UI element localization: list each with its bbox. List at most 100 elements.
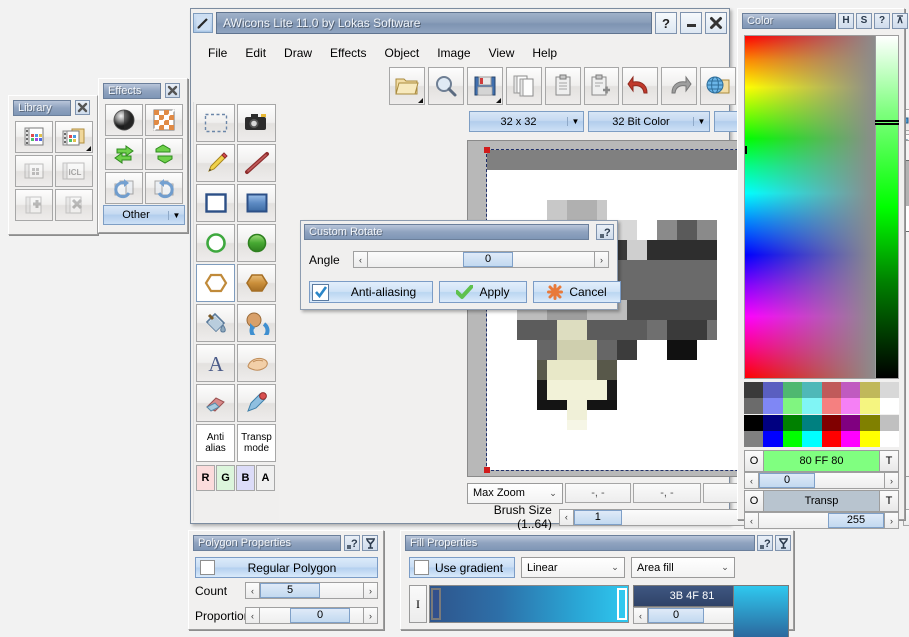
swatch-row-2[interactable]	[744, 398, 899, 414]
use-gradient-checkbox[interactable]: Use gradient	[409, 557, 515, 578]
brush-size-value[interactable]: 1	[573, 509, 622, 525]
help-button[interactable]: ?	[655, 12, 677, 34]
color-help-button[interactable]: ?	[874, 13, 890, 29]
angle-slider[interactable]: ‹ 0 ›	[353, 251, 609, 268]
swatch-row-4[interactable]	[744, 431, 899, 447]
swatch[interactable]	[802, 398, 822, 414]
swatch[interactable]	[782, 431, 803, 447]
menu-item-object[interactable]: Object	[376, 44, 429, 62]
value-marker[interactable]	[875, 120, 899, 125]
proportion-spinner[interactable]: ‹ 0 ›	[245, 607, 378, 624]
polygon-help-button[interactable]: ?	[344, 535, 360, 551]
swatch[interactable]	[802, 382, 822, 398]
library-delete-button[interactable]	[55, 189, 93, 221]
foreground-transparent-button[interactable]: T	[879, 450, 899, 472]
background-transparent-button[interactable]: T	[879, 490, 899, 512]
count-spinner[interactable]: ‹ 5 ›	[245, 582, 378, 599]
minimize-button[interactable]	[680, 12, 702, 34]
close-icon[interactable]	[165, 83, 180, 98]
swatch[interactable]	[840, 382, 861, 398]
toolbar-paste-button[interactable]	[544, 67, 581, 105]
background-alpha-track[interactable]: 255	[759, 512, 884, 529]
foreground-opaque-button[interactable]: O	[744, 450, 764, 472]
brush-size-decrement[interactable]: ‹	[558, 508, 574, 526]
tool-smudge[interactable]	[237, 344, 276, 382]
background-alpha-increment[interactable]: ›	[884, 512, 899, 529]
library-icl-button[interactable]: ICL	[55, 155, 93, 187]
menu-item-help[interactable]: Help	[523, 44, 566, 62]
swatch[interactable]	[840, 431, 861, 447]
background-color-swatch[interactable]: Transp	[764, 490, 879, 512]
gradient-stop-start[interactable]	[431, 588, 441, 620]
toolbar-undo-button[interactable]	[622, 67, 659, 105]
swatch[interactable]	[782, 415, 803, 431]
toolbar-zoom-button[interactable]	[427, 67, 464, 105]
channel-toggle-g[interactable]: G	[216, 465, 235, 491]
resize-handle-bl[interactable]	[484, 467, 490, 473]
hue-mode-button[interactable]: H	[838, 13, 854, 29]
tool-line[interactable]	[237, 144, 276, 182]
swatch[interactable]	[879, 415, 899, 431]
tool-ellipse-outline[interactable]	[196, 224, 235, 262]
tool-rectangle-outline[interactable]	[196, 184, 235, 222]
regular-polygon-checkbox[interactable]: Regular Polygon	[195, 557, 378, 578]
swatch[interactable]	[879, 398, 899, 414]
menu-item-view[interactable]: View	[480, 44, 524, 62]
swatch[interactable]	[782, 398, 803, 414]
swatch[interactable]	[879, 431, 899, 447]
apply-button[interactable]: Apply	[439, 281, 527, 303]
swatch[interactable]	[860, 398, 880, 414]
count-decrement[interactable]: ‹	[245, 582, 260, 599]
angle-decrement[interactable]: ‹	[353, 251, 368, 268]
proportion-track[interactable]: 0	[260, 607, 363, 624]
swatch[interactable]	[821, 382, 841, 398]
swatch[interactable]	[821, 431, 841, 447]
swatch[interactable]	[744, 431, 764, 447]
angle-value[interactable]: 0	[463, 252, 513, 267]
menu-item-edit[interactable]: Edit	[236, 44, 275, 62]
hsv-color-picker[interactable]	[744, 35, 899, 379]
menu-item-file[interactable]: File	[199, 44, 236, 62]
cancel-button[interactable]: Cancel	[533, 281, 621, 303]
swatch[interactable]	[763, 398, 783, 414]
swatch[interactable]	[802, 415, 822, 431]
foreground-color-swatch[interactable]: 80 FF 80	[764, 450, 879, 472]
tool-polygon-filled[interactable]	[237, 264, 276, 302]
swatch[interactable]	[802, 431, 822, 447]
foreground-alpha-increment[interactable]: ›	[884, 472, 899, 489]
count-track[interactable]: 5	[260, 582, 363, 599]
gradient-stop-end[interactable]	[617, 588, 627, 620]
antialias-checkbox[interactable]: Anti-aliasing	[309, 281, 433, 303]
tool-color-picker[interactable]	[237, 384, 276, 422]
swatch[interactable]	[821, 415, 841, 431]
foreground-alpha-track[interactable]: 0	[759, 472, 884, 489]
background-alpha-slider[interactable]: ‹ 255 ›	[744, 512, 899, 529]
foreground-alpha-slider[interactable]: ‹ 0 ›	[744, 472, 899, 489]
toolbar-redo-button[interactable]	[661, 67, 698, 105]
effects-other-dropdown[interactable]: Other ▼	[103, 205, 185, 225]
effect-sphere-button[interactable]	[105, 104, 143, 136]
size-dropdown[interactable]: 32 x 32 ▼	[469, 111, 584, 132]
tool-eraser[interactable]	[196, 384, 235, 422]
swatch-row-1[interactable]	[744, 382, 899, 398]
gradient-type-dropdown[interactable]: Linear ⌄	[521, 557, 625, 578]
angle-increment[interactable]: ›	[594, 251, 609, 268]
swatch[interactable]	[840, 398, 861, 414]
channel-toggle-r[interactable]: R	[196, 465, 215, 491]
close-button[interactable]	[705, 12, 727, 34]
tool-pencil[interactable]	[196, 144, 235, 182]
count-value[interactable]: 5	[260, 583, 320, 598]
color-depth-dropdown[interactable]: 32 Bit Color ▼	[588, 111, 710, 132]
library-save-button[interactable]	[15, 155, 53, 187]
effect-checker-button[interactable]	[145, 104, 183, 136]
tool-text[interactable]: A	[196, 344, 235, 382]
polygon-pin-button[interactable]	[362, 535, 378, 551]
library-new-button[interactable]	[15, 121, 53, 153]
color-pin-button[interactable]: ⊼	[892, 13, 908, 29]
hue-marker[interactable]	[745, 146, 751, 154]
resize-handle-tl[interactable]	[484, 147, 490, 153]
swatch[interactable]	[763, 382, 783, 398]
close-icon[interactable]	[75, 100, 90, 115]
saturation-mode-button[interactable]: S	[856, 13, 872, 29]
dialog-help-button[interactable]: ?	[596, 224, 614, 240]
